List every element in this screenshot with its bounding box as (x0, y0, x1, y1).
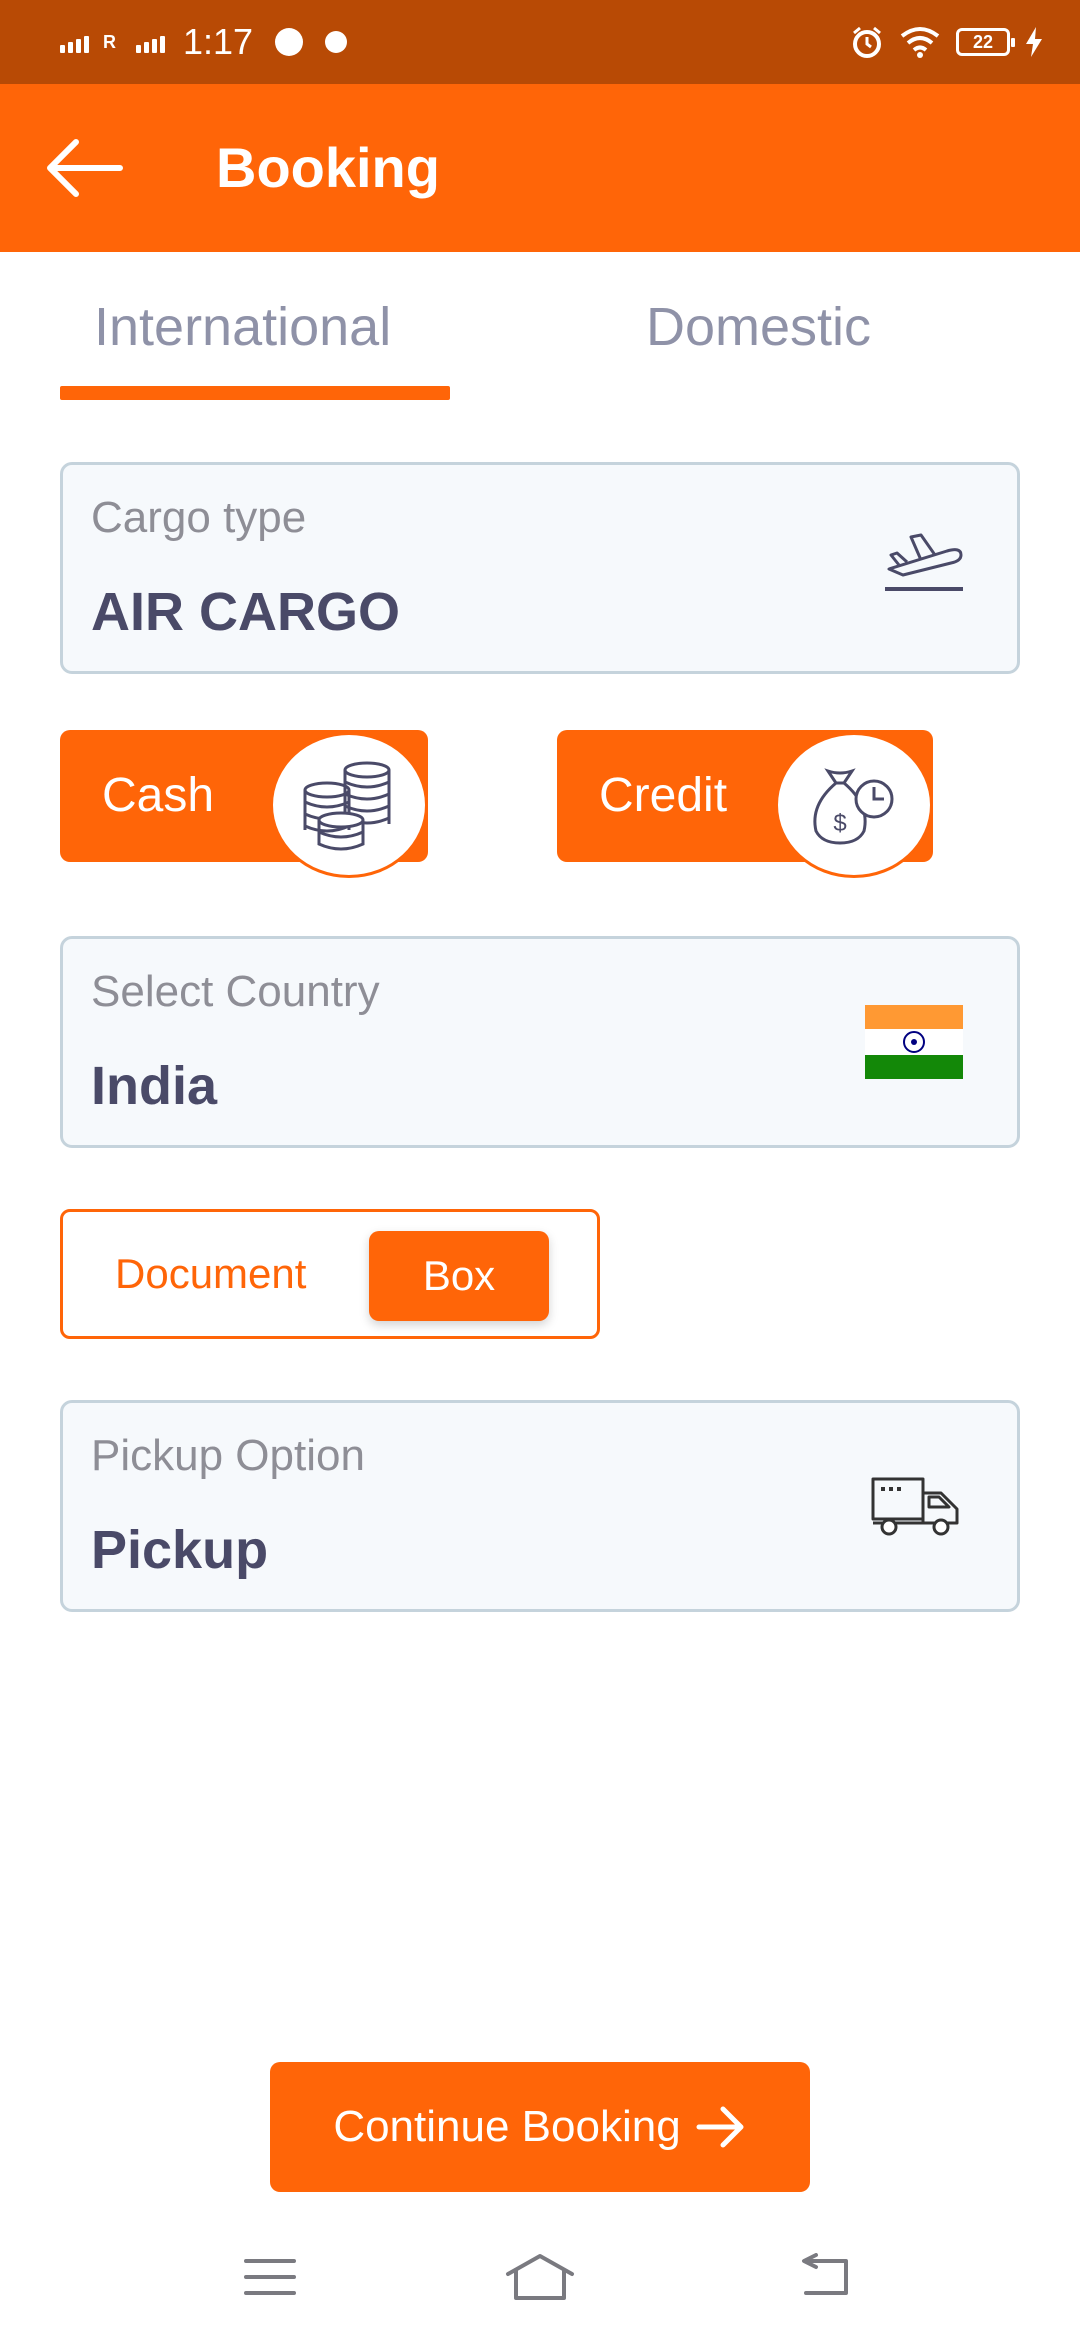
back-button[interactable] (36, 120, 132, 216)
credit-button[interactable]: Credit $ (557, 730, 933, 878)
select-country-value: India (91, 1056, 218, 1116)
plane-takeoff-icon (885, 533, 963, 591)
home-icon (506, 2254, 574, 2300)
pickup-option-field[interactable]: Pickup Option Pickup (60, 1400, 1020, 1612)
continue-booking-label: Continue Booking (333, 2102, 681, 2151)
status-bar: R 1:17 22 (0, 0, 1080, 84)
roaming-indicator: R (103, 31, 116, 52)
coins-stack-icon (303, 761, 391, 851)
cash-label: Cash (102, 769, 215, 822)
shipment-type-toggle: Document Box (60, 1209, 600, 1339)
home-nav-button[interactable] (500, 2242, 580, 2312)
back-nav-icon (802, 2253, 848, 2295)
select-country-label: Select Country (91, 967, 380, 1016)
battery-level: 22 (972, 31, 994, 52)
money-bag-clock-icon: $ (813, 768, 894, 845)
credit-icon-circle: $ (775, 732, 933, 878)
menu-nav-button[interactable] (230, 2242, 310, 2312)
page-title: Booking (216, 136, 440, 199)
telegram-icon (275, 28, 304, 56)
india-flag-icon (865, 1005, 963, 1079)
credit-label: Credit (599, 769, 728, 822)
cash-button[interactable]: Cash (60, 730, 428, 878)
pickup-option-value: Pickup (91, 1520, 269, 1580)
document-option[interactable]: Document (115, 1212, 306, 1336)
app-bar: Booking (0, 84, 1080, 252)
wifi-icon (900, 27, 940, 58)
svg-text:$: $ (833, 810, 846, 837)
notification-icon (325, 31, 348, 53)
tab-indicator (60, 386, 450, 400)
status-left: R 1:17 (60, 0, 348, 84)
continue-booking-button[interactable]: Continue Booking (270, 2062, 810, 2192)
truck-icon (871, 1477, 959, 1536)
tab-international[interactable]: International (94, 296, 391, 386)
system-nav-bar (0, 2214, 1080, 2340)
box-option[interactable]: Box (369, 1231, 549, 1321)
menu-icon (244, 2259, 296, 2295)
signal-icon-2 (136, 31, 165, 53)
select-country-field[interactable]: Select Country India (60, 936, 1020, 1148)
status-right: 22 (850, 0, 1042, 84)
arrow-left-icon (47, 139, 123, 197)
cargo-type-label: Cargo type (91, 493, 307, 542)
signal-icon (60, 31, 89, 53)
status-time: 1:17 (183, 21, 254, 62)
back-nav-button[interactable] (784, 2242, 864, 2312)
arrow-right-icon (696, 2106, 744, 2148)
alarm-icon (853, 26, 881, 58)
battery-icon: 22 (956, 28, 1015, 56)
cargo-type-field[interactable]: Cargo type AIR CARGO (60, 462, 1020, 674)
pickup-option-label: Pickup Option (91, 1431, 365, 1480)
cargo-type-value: AIR CARGO (91, 582, 400, 642)
tab-domestic[interactable]: Domestic (646, 296, 871, 386)
charging-icon (1026, 27, 1042, 57)
cash-icon-circle (270, 732, 428, 878)
